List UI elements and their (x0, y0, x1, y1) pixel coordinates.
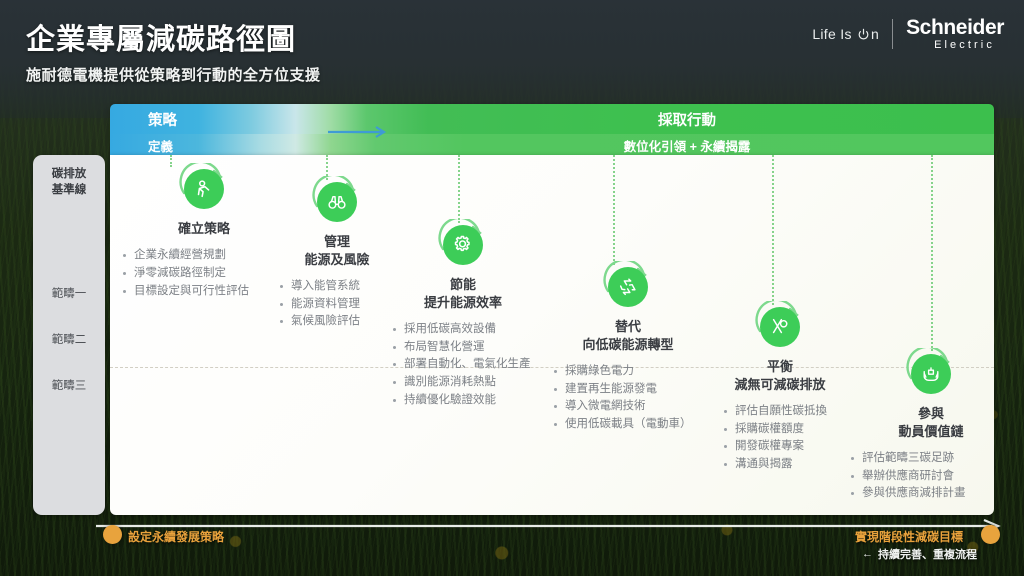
milestone-6[interactable]: 參與 動員價值鏈 評估範疇三碳足跡 舉辦供應商研討會 參與供應商減排計畫 (851, 348, 1007, 503)
timeline-end-dot (981, 525, 1000, 544)
page-subtitle: 施耐德電機提供從策略到行動的全方位支援 (26, 67, 321, 84)
list-item: 布局智慧化營運 (391, 339, 543, 357)
milestone-5-title-line1: 平衡 (766, 359, 793, 374)
life-is-on-tagline: Life Is n (812, 26, 879, 42)
connector-line-4 (613, 155, 615, 265)
milestone-5[interactable]: 平衡 減無可減碳排放 評估自願性碳抵換 採購碳權額度 開發碳權專案 溝通與揭露 (700, 301, 860, 474)
list-item: 溝通與揭露 (722, 456, 860, 474)
milestone-6-title-line1: 參與 (917, 406, 944, 421)
list-item: 採購綠色電力 (552, 363, 716, 381)
loop-arrow-icon: ← (862, 548, 873, 560)
list-item: 評估範疇三碳足跡 (849, 450, 1007, 468)
milestone-4-title-line2: 向低碳能源轉型 (582, 336, 674, 352)
milestone-6-title-line2: 動員價值鏈 (898, 423, 964, 439)
scope-2-label: 範疇二 (51, 334, 87, 346)
scope-3-label: 範疇三 (51, 380, 87, 392)
list-item: 採用低碳高效設備 (391, 321, 543, 339)
logo-divider (892, 19, 894, 49)
phase-action-title: 採取行動 (658, 113, 716, 129)
hands-plant-icon (905, 348, 957, 400)
list-item: 使用低碳載具（電動車） (552, 416, 716, 434)
electric-wordmark: Electric (934, 39, 995, 51)
list-item: 部署自動化、電氣化生產 (391, 356, 543, 374)
header: 企業專屬減碳路徑圖 施耐德電機提供從策略到行動的全方位支援 Life Is n … (0, 0, 1024, 100)
schneider-wordmark: Schneider (906, 16, 1004, 39)
list-item: 持續優化驗證效能 (391, 392, 543, 410)
timeline-end-label: 實現階段性減碳目標 (855, 530, 964, 544)
milestone-3-title-line1: 節能 (449, 277, 476, 292)
list-item: 開發碳權專案 (722, 438, 860, 456)
milestone-6-bullets: 評估範疇三碳足跡 舉辦供應商研討會 參與供應商減排計畫 (849, 450, 1007, 503)
scope-baseline-label-line2: 基準線 (51, 184, 87, 196)
list-item: 參與供應商減排計畫 (849, 485, 1007, 503)
recycle-energy-icon (602, 261, 654, 313)
balance-scale-icon (754, 301, 806, 353)
binoculars-icon (311, 176, 363, 228)
connector-line-6 (931, 155, 933, 351)
scope-1-label: 範疇一 (51, 288, 87, 300)
person-strategy-icon (178, 163, 230, 215)
list-item: 建置再生能源發電 (552, 381, 716, 399)
scope-baseline-label-line1: 碳排放 (51, 168, 87, 180)
timeline-start-label: 設定永續發展策略 (128, 530, 225, 544)
phase-bar: 策略 定義 採取行動 數位化引領 + 永續揭露 (110, 104, 994, 155)
milestone-4[interactable]: 替代 向低碳能源轉型 採購綠色電力 建置再生能源發電 導入微電網技術 使用低碳載… (540, 261, 716, 434)
phase-transition-arrow-icon (328, 126, 387, 138)
life-is-on-text: Life Is n (812, 26, 880, 42)
milestone-4-title-line1: 替代 (614, 319, 641, 334)
scope-sidebar-panel: 碳排放 基準線 範疇一 範疇二 範疇三 (33, 155, 105, 515)
brand-logo: Life Is n Schneider Electric (812, 17, 1004, 51)
milestone-5-title-line2: 減無可減碳排放 (734, 376, 826, 392)
list-item: 採購碳權額度 (722, 421, 860, 439)
loop-note-label: 持續完善、重複流程 (878, 549, 977, 561)
timeline-start-dot (103, 525, 122, 544)
schneider-electric-logo: Schneider Electric (906, 17, 1004, 51)
phase-action-subtitle: 數位化引領 + 永續揭露 (623, 140, 751, 154)
list-item: 識別能源消耗熱點 (391, 374, 543, 392)
connector-line-3 (458, 155, 460, 223)
connector-line-5 (772, 155, 774, 305)
gear-icon (437, 219, 489, 271)
timeline-loop-note: ← 持續完善、重複流程 (862, 546, 977, 562)
page-title: 企業專屬減碳路徑圖 (26, 24, 297, 56)
list-item: 舉辦供應商研討會 (849, 468, 1007, 486)
milestone-3[interactable]: 節能 提升能源效率 採用低碳高效設備 布局智慧化營運 部署自動化、電氣化生產 識… (383, 219, 543, 410)
list-item: 導入微電網技術 (552, 398, 716, 416)
milestone-3-bullets: 採用低碳高效設備 布局智慧化營運 部署自動化、電氣化生產 識別能源消耗熱點 持續… (391, 321, 543, 410)
list-item: 評估自願性碳抵換 (722, 403, 860, 421)
slide-canvas: 企業專屬減碳路徑圖 施耐德電機提供從策略到行動的全方位支援 Life Is n … (0, 0, 1024, 576)
milestone-4-bullets: 採購綠色電力 建置再生能源發電 導入微電網技術 使用低碳載具（電動車） (552, 363, 716, 434)
power-symbol-icon (856, 26, 871, 42)
milestone-5-bullets: 評估自願性碳抵換 採購碳權額度 開發碳權專案 溝通與揭露 (722, 403, 860, 474)
milestone-3-title-line2: 提升能源效率 (423, 294, 502, 310)
